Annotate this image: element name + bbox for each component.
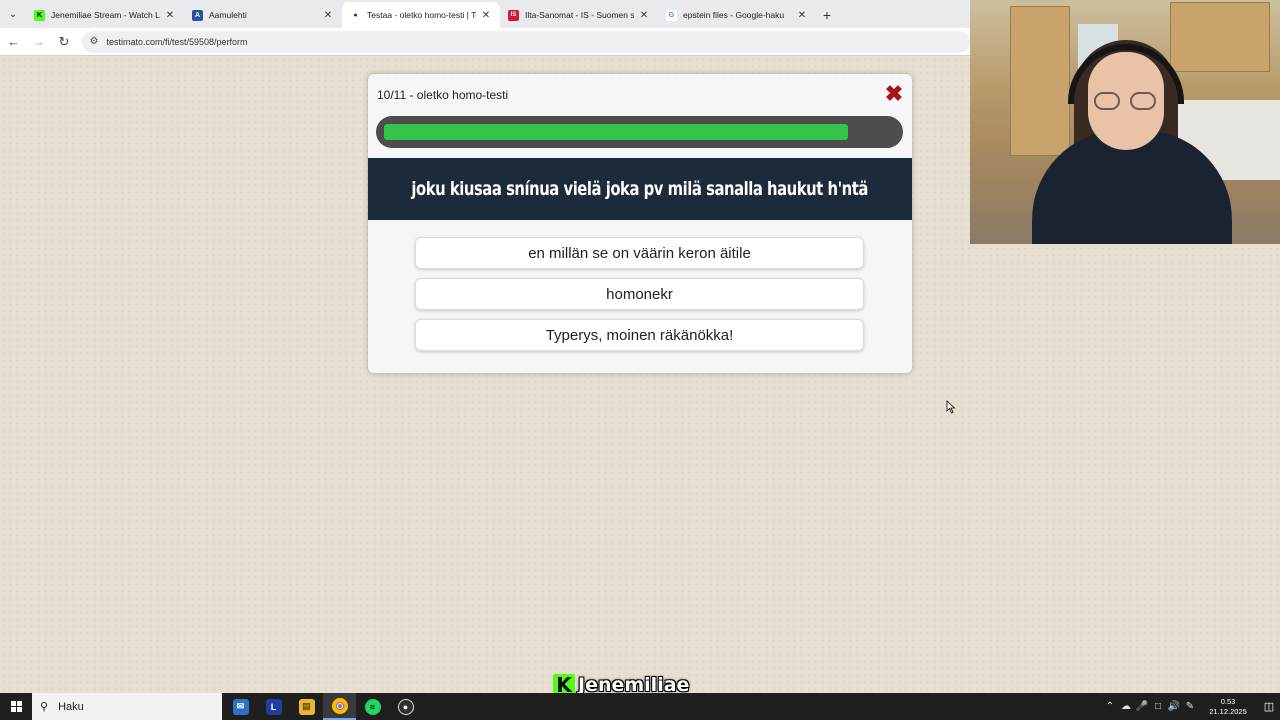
tab-title: Ilta-Sanomat - IS - Suomen suu bbox=[525, 10, 634, 20]
google-icon: G bbox=[666, 9, 677, 21]
network-icon[interactable]: □ bbox=[1150, 701, 1166, 712]
progress-fill bbox=[384, 124, 849, 140]
testimato-icon: ● bbox=[350, 9, 361, 21]
answer-option-2[interactable]: homonekr bbox=[415, 278, 864, 310]
tab-title: Testaa - oletko homo-testi | Tes bbox=[367, 10, 476, 20]
tab-ilta-sanomat[interactable]: IS Ilta-Sanomat - IS - Suomen suu ✕ bbox=[500, 2, 658, 28]
search-icon: ⚲ bbox=[40, 701, 49, 713]
aamulehti-icon: A bbox=[192, 9, 203, 21]
tab-title: Aamulehti bbox=[209, 10, 247, 20]
progress-bar bbox=[376, 116, 903, 148]
chrome-icon[interactable] bbox=[323, 693, 356, 720]
back-arrow-icon[interactable]: ← bbox=[2, 30, 25, 54]
close-icon[interactable]: ✖ bbox=[884, 83, 904, 105]
question-text: joku kiusaa snínua vielä joka pv milä sa… bbox=[411, 178, 869, 200]
mouse-cursor-icon bbox=[946, 400, 956, 414]
tab-close-icon[interactable]: ✕ bbox=[480, 10, 492, 21]
tab-close-icon[interactable]: ✕ bbox=[638, 10, 650, 21]
mail-app-icon[interactable]: ✉ bbox=[224, 693, 257, 720]
clock-time: 0.53 bbox=[1220, 696, 1236, 706]
url-input[interactable]: ⚙ testimato.com/fi/test/59508/perform bbox=[81, 30, 970, 53]
cloud-icon[interactable]: ☁ bbox=[1118, 701, 1134, 712]
spotify-icon[interactable]: ≈ bbox=[356, 693, 389, 720]
microphone-icon[interactable]: 🎤 bbox=[1134, 701, 1150, 712]
obs-icon[interactable]: ● bbox=[389, 693, 422, 720]
site-info-icon[interactable]: ⚙ bbox=[90, 36, 99, 47]
chevron-up-icon[interactable]: ⌃ bbox=[1102, 701, 1118, 712]
answer-option-1[interactable]: en millän se on väärin keron äitile bbox=[415, 237, 864, 269]
taskbar-search[interactable]: ⚲ Haku bbox=[32, 693, 222, 720]
windows-icon bbox=[10, 701, 22, 712]
tab-google-search[interactable]: G epstein files - Google-haku ✕ bbox=[658, 2, 816, 28]
is-icon: IS bbox=[508, 9, 519, 21]
volume-icon[interactable]: 🔊 bbox=[1166, 701, 1182, 712]
reload-icon[interactable]: ↻ bbox=[52, 30, 75, 54]
file-explorer-icon[interactable]: ▤ bbox=[290, 693, 323, 720]
browser-tab-strip: ⌄ K Jenemiliae Stream - Watch Live ✕ A A… bbox=[0, 0, 970, 28]
clock-date: 21.12.2025 bbox=[1209, 706, 1247, 716]
answer-option-3[interactable]: Typerys, moinen räkänökka! bbox=[415, 319, 864, 351]
cabinet-shape bbox=[1170, 2, 1270, 72]
tab-title: epstein files - Google-haku bbox=[683, 10, 785, 20]
l-app-icon[interactable]: L bbox=[257, 693, 290, 720]
taskbar-clock[interactable]: 0.53 21.12.2025 bbox=[1202, 697, 1254, 717]
cabinet-shape bbox=[1010, 6, 1070, 156]
tab-close-icon[interactable]: ✕ bbox=[796, 10, 808, 21]
glasses-icon bbox=[1094, 92, 1158, 110]
url-text: testimato.com/fi/test/59508/perform bbox=[106, 36, 248, 47]
search-placeholder: Haku bbox=[58, 700, 84, 713]
quiz-card: 10/11 - oletko homo-testi ✖ joku kiusaa … bbox=[368, 74, 912, 373]
tab-title: Jenemiliae Stream - Watch Live bbox=[51, 10, 160, 20]
start-button[interactable] bbox=[0, 693, 32, 720]
pen-icon[interactable]: ✎ bbox=[1182, 701, 1198, 712]
address-bar: ← → ↻ ⚙ testimato.com/fi/test/59508/perf… bbox=[0, 28, 970, 56]
tab-testimato[interactable]: ● Testaa - oletko homo-testi | Tes ✕ bbox=[342, 2, 500, 28]
quiz-title: 10/11 - oletko homo-testi bbox=[377, 88, 509, 102]
system-tray: ⌃ ☁ 🎤 □ 🔊 ✎ 0.53 21.12.2025 ◫ bbox=[1102, 693, 1280, 720]
tab-close-icon[interactable]: ✕ bbox=[164, 10, 176, 21]
notification-icon[interactable]: ◫ bbox=[1258, 693, 1280, 720]
kick-icon: K bbox=[34, 9, 45, 21]
tab-kick-stream[interactable]: K Jenemiliae Stream - Watch Live ✕ bbox=[26, 2, 184, 28]
windows-taskbar: ⚲ Haku ✉ L ▤ ≈ ● ⌃ ☁ 🎤 □ 🔊 ✎ 0.53 21.12.… bbox=[0, 693, 1280, 720]
question-banner: joku kiusaa snínua vielä joka pv milä sa… bbox=[368, 158, 912, 220]
forward-arrow-icon[interactable]: → bbox=[27, 30, 50, 54]
tab-search-chevron-icon[interactable]: ⌄ bbox=[0, 0, 26, 28]
new-tab-button[interactable]: + bbox=[816, 2, 838, 28]
webcam-overlay bbox=[970, 0, 1280, 244]
tab-close-icon[interactable]: ✕ bbox=[322, 10, 334, 21]
tab-aamulehti[interactable]: A Aamulehti ✕ bbox=[184, 2, 342, 28]
